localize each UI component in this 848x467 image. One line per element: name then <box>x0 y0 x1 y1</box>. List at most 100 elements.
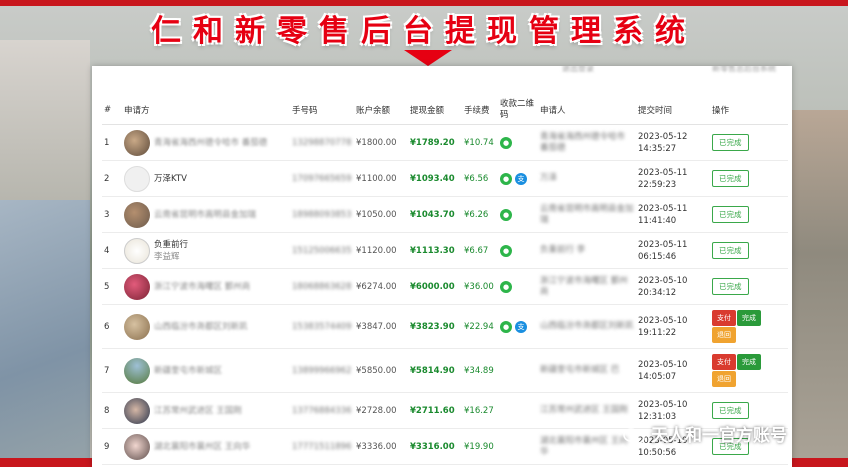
wechat-qr-icon[interactable]: ● <box>500 208 512 221</box>
clock: 19:11:22 <box>638 327 677 338</box>
qr-cell: ● <box>498 268 538 305</box>
amount-cell: ¥2711.60 <box>408 392 462 429</box>
applicant-cell: 江苏常州武进区 王国刚 <box>122 392 290 429</box>
col-phone: 手号码 <box>290 96 354 125</box>
completed-button[interactable]: 已完成 <box>712 170 749 187</box>
amount-cell: ¥3316.00 <box>408 428 462 465</box>
table-row: 1 青海省海西州德令哈市 番茄德 13298870778 ¥1800.00 ¥1789.… <box>102 124 788 161</box>
applicant-sub: 李益辉 <box>154 251 180 262</box>
phone-cell: 13298870778 <box>290 124 354 161</box>
requester-cell: 云南省昆明市嵩明县金加瑞 <box>538 196 636 233</box>
qr-cell: ● <box>498 232 538 269</box>
wechat-qr-icon[interactable]: ● <box>500 136 512 149</box>
time-cell: 2023-05-11 06:15:46 <box>636 232 710 269</box>
table-header: # 申请方 手号码 账户余额 提现金额 手续费 收款二维码 申请人 提交时间 操… <box>102 96 788 125</box>
fee-cell: ¥6.26 <box>462 196 498 233</box>
watermark: 天人和一官方账号 <box>623 421 787 446</box>
completed-button[interactable]: 已完成 <box>712 278 749 295</box>
return-button[interactable]: 退回 <box>712 371 736 387</box>
clock: 06:15:46 <box>638 251 677 262</box>
balance-cell: ¥1100.00 <box>354 160 408 197</box>
row-index: 5 <box>102 268 122 305</box>
balance-cell: ¥6274.00 <box>354 268 408 305</box>
pay-button[interactable]: 支付 <box>712 310 736 326</box>
withdrawal-table: # 申请方 手号码 账户余额 提现金额 手续费 收款二维码 申请人 提交时间 操… <box>102 96 788 465</box>
alipay-qr-icon[interactable]: 支 <box>515 172 527 185</box>
op-cell: 已完成 <box>710 124 788 161</box>
fee-cell: ¥19.90 <box>462 428 498 465</box>
applicant-name: 新疆奎屯市新城区 <box>154 365 223 376</box>
balance-cell: ¥1120.00 <box>354 232 408 269</box>
avatar <box>124 273 150 300</box>
time-cell: 2023-05-10 19:11:22 <box>636 304 710 349</box>
fee-cell: ¥10.74 <box>462 124 498 161</box>
avatar <box>124 201 150 228</box>
avatar <box>124 237 150 264</box>
wechat-qr-icon[interactable]: ● <box>500 244 512 257</box>
applicant-cell: 新疆奎屯市新城区 <box>122 348 290 393</box>
complete-button[interactable]: 完成 <box>737 310 761 326</box>
amount-cell: ¥1113.30 <box>408 232 462 269</box>
completed-button[interactable]: 已完成 <box>712 242 749 259</box>
date: 2023-05-12 <box>638 131 688 142</box>
qr-cell <box>498 348 538 393</box>
date: 2023-05-11 <box>638 167 688 178</box>
wechat-qr-icon[interactable]: ● <box>500 172 512 185</box>
wechat-qr-icon[interactable]: ● <box>500 320 512 333</box>
page-title: 仁和新零售后台提现管理系统 <box>151 14 697 49</box>
applicant-name: 浙江宁波市海曙区 鄞州商 <box>154 281 251 292</box>
clock: 11:41:40 <box>638 215 677 226</box>
withdrawal-panel: 退出登录 新零售总后台系统 # 申请方 手号码 账户余额 提现金额 手续费 收款… <box>92 66 792 467</box>
balance-cell: ¥1050.00 <box>354 196 408 233</box>
fee-cell: ¥22.94 <box>462 304 498 349</box>
applicant-cell: 云南省昆明市嵩明县金加瑞 <box>122 196 290 233</box>
time-cell: 2023-05-10 20:34:12 <box>636 268 710 305</box>
requester-cell: 江苏常州武进区 王国刚 <box>538 392 636 429</box>
top-strip: 退出登录 新零售总后台系统 <box>92 66 792 76</box>
op-cell: 已完成 <box>710 160 788 197</box>
table-row: 6 山西临汾市尧都区刘新凯 15383574409 ¥3847.00 ¥3823.90 ¥… <box>102 304 788 349</box>
avatar <box>124 129 150 156</box>
completed-button[interactable]: 已完成 <box>712 402 749 419</box>
col-requester: 申请人 <box>538 96 636 125</box>
fee-cell: ¥16.27 <box>462 392 498 429</box>
complete-button[interactable]: 完成 <box>737 354 761 370</box>
qr-cell <box>498 392 538 429</box>
balance-cell: ¥5850.00 <box>354 348 408 393</box>
applicant-cell: 负重前行 李益辉 <box>122 232 290 269</box>
clock: 10:50:56 <box>638 447 677 458</box>
col-balance: 账户余额 <box>354 96 408 125</box>
qr-cell: ● 支 <box>498 160 538 197</box>
table-row: 3 云南省昆明市嵩明县金加瑞 18988093853 ¥1050.00 ¥1043.70… <box>102 196 788 233</box>
qr-cell <box>498 428 538 465</box>
applicant-name: 山西临汾市尧都区刘新凯 <box>154 321 248 332</box>
col-op: 操作 <box>710 96 788 125</box>
applicant-name: 负重前行 <box>154 239 189 250</box>
phone-cell: 18068863628 <box>290 268 354 305</box>
avatar <box>124 397 150 424</box>
phone-cell: 13899966962 <box>290 348 354 393</box>
col-amount: 提现金额 <box>408 96 462 125</box>
fee-cell: ¥6.67 <box>462 232 498 269</box>
return-button[interactable]: 退回 <box>712 327 736 343</box>
avatar <box>124 433 150 460</box>
logout-link[interactable]: 退出登录 <box>562 66 594 74</box>
alipay-qr-icon[interactable]: 支 <box>515 320 527 333</box>
pay-button[interactable]: 支付 <box>712 354 736 370</box>
op-cell: 支付 完成 退回 <box>710 348 788 393</box>
applicant-name: 万泽KTV <box>154 173 187 184</box>
wechat-qr-icon[interactable]: ● <box>500 280 512 293</box>
completed-button[interactable]: 已完成 <box>712 206 749 223</box>
phone-cell: 15125006635 <box>290 232 354 269</box>
date: 2023-05-10 <box>638 315 688 326</box>
wechat-icon <box>623 428 645 444</box>
completed-button[interactable]: 已完成 <box>712 134 749 151</box>
balance-cell: ¥2728.00 <box>354 392 408 429</box>
col-time: 提交时间 <box>636 96 710 125</box>
applicant-name: 江苏常州武进区 王国刚 <box>154 405 242 416</box>
requester-cell: 山西临汾市尧都区刘新凯 <box>538 304 636 349</box>
phone-cell: 13776884336 <box>290 392 354 429</box>
row-index: 3 <box>102 196 122 233</box>
applicant-cell: 万泽KTV <box>122 160 290 197</box>
amount-cell: ¥1043.70 <box>408 196 462 233</box>
